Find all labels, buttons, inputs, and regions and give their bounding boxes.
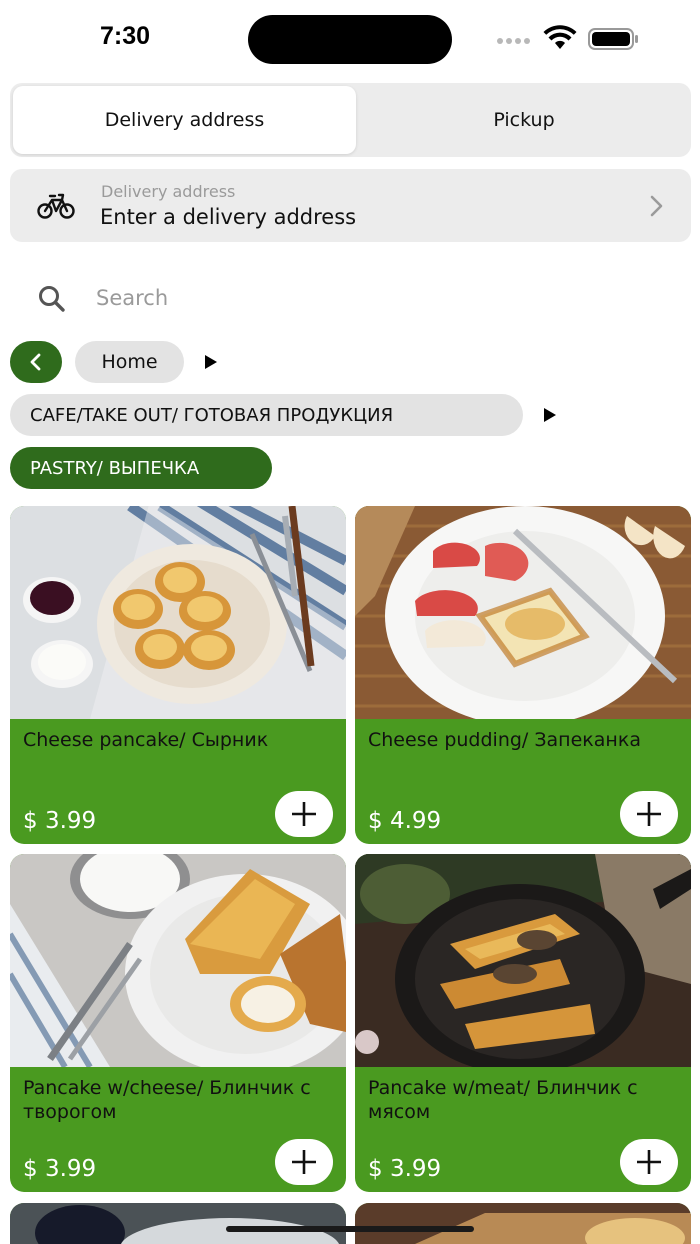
delivery-mode-switch: Delivery address Pickup <box>10 83 691 157</box>
breadcrumb-subcategory-active[interactable]: PASTRY/ ВЫПЕЧКА <box>10 447 272 489</box>
product-card[interactable]: Cheese pudding/ Запеканка $ 4.99 <box>355 506 691 844</box>
product-name: Pancake w/cheese/ Блинчик с творогом <box>23 1077 311 1123</box>
meat-crepes-photo <box>355 854 691 1067</box>
tab-delivery-address[interactable]: Delivery address <box>13 86 356 154</box>
wifi-icon <box>543 25 577 49</box>
breadcrumb-category[interactable]: CAFE/TAKE OUT/ ГОТОВАЯ ПРОДУКЦИЯ <box>10 394 523 436</box>
product-name: Cheese pancake/ Сырник <box>23 729 269 751</box>
search-icon <box>39 286 65 312</box>
battery-icon <box>588 28 638 50</box>
breadcrumb-arrow-icon <box>544 408 556 422</box>
tab-pickup[interactable]: Pickup <box>360 86 688 154</box>
syrniki-photo <box>10 506 346 719</box>
plus-icon <box>637 802 661 826</box>
dynamic-island <box>248 15 452 64</box>
plus-icon <box>292 802 316 826</box>
delivery-address-button[interactable]: Delivery address Enter a delivery addres… <box>10 169 691 242</box>
product-card[interactable]: Pancake w/cheese/ Блинчик с творогом $ 3… <box>10 854 346 1192</box>
add-to-cart-button[interactable] <box>620 1139 678 1185</box>
product-card[interactable]: Pancake w/meat/ Блинчик с мясом $ 3.99 <box>355 854 691 1192</box>
casserole-photo <box>355 506 691 719</box>
product-card[interactable] <box>10 1203 346 1244</box>
status-bar: 7:30 <box>0 0 700 80</box>
delivery-address-value: Enter a delivery address <box>100 205 357 229</box>
product-card[interactable]: Cheese pancake/ Сырник $ 3.99 <box>10 506 346 844</box>
plus-icon <box>292 1150 316 1174</box>
add-to-cart-button[interactable] <box>275 1139 333 1185</box>
add-to-cart-button[interactable] <box>620 791 678 837</box>
home-indicator <box>226 1226 474 1232</box>
breadcrumb-home[interactable]: Home <box>75 341 184 383</box>
delivery-address-caption: Delivery address <box>101 182 236 201</box>
bicycle-icon <box>37 193 75 219</box>
cheese-crepes-photo <box>10 854 346 1067</box>
product-name: Pancake w/meat/ Блинчик с мясом <box>368 1077 638 1123</box>
product-price: $ 3.99 <box>368 1156 442 1182</box>
cellular-signal-icon <box>497 38 530 44</box>
add-to-cart-button[interactable] <box>275 791 333 837</box>
product-price: $ 4.99 <box>368 808 442 834</box>
product-photo <box>355 1203 691 1244</box>
product-name: Cheese pudding/ Запеканка <box>368 729 641 751</box>
product-photo <box>10 1203 346 1244</box>
search-input[interactable] <box>96 278 656 318</box>
breadcrumb-arrow-icon <box>205 355 217 369</box>
back-button[interactable] <box>10 341 62 383</box>
status-time: 7:30 <box>100 22 151 50</box>
chevron-left-icon <box>30 353 41 371</box>
product-card[interactable] <box>355 1203 691 1244</box>
chevron-right-icon <box>650 195 663 217</box>
plus-icon <box>637 1150 661 1174</box>
product-price: $ 3.99 <box>23 1156 97 1182</box>
product-price: $ 3.99 <box>23 808 97 834</box>
search-bar <box>10 270 691 326</box>
